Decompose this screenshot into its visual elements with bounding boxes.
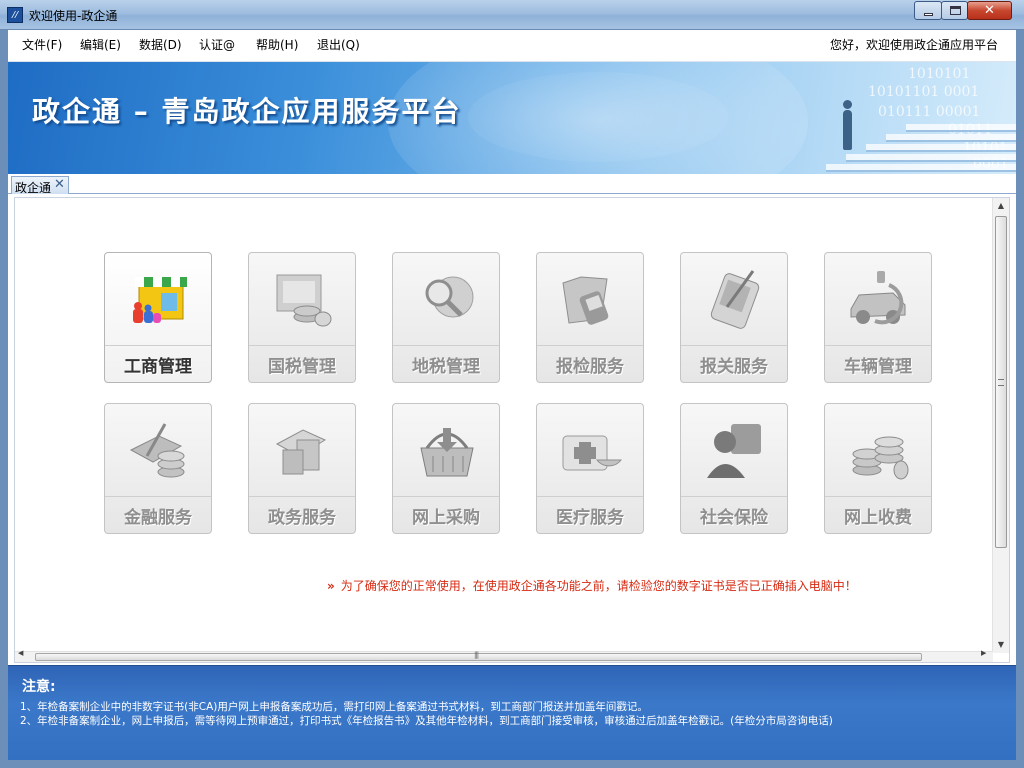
minimize-button[interactable]: [914, 1, 942, 20]
welcome-greeting: 您好，欢迎使用政企通应用平台: [829, 38, 998, 52]
note-line: 1、年检备案制企业中的非数字证书(非CA)用户网上申报备案成功后，需打印网上备案…: [20, 701, 648, 713]
tile-guoshui[interactable]: 国税管理: [248, 252, 356, 383]
folder-pda-icon: [562, 276, 609, 325]
scroll-right-icon[interactable]: ▶: [981, 649, 986, 657]
note-line: 2、年检非备案制企业，网上申报后，需等待网上预审通过，打印书式《年检报告书》及其…: [20, 715, 833, 727]
menu-file[interactable]: 文件(F): [20, 36, 64, 53]
tile-baoguan[interactable]: 报关服务: [680, 252, 788, 383]
tile-label: 国税管理: [268, 357, 336, 377]
grip-icon: |||: [474, 651, 479, 659]
tile-separator: [393, 496, 499, 497]
tile-dishui[interactable]: 地税管理: [392, 252, 500, 383]
staircase-graphic: [806, 84, 1016, 174]
menu-exit[interactable]: 退出(Q): [315, 36, 362, 53]
magnifier-globe-icon: [425, 276, 474, 318]
tax-coins-icon: [276, 274, 332, 327]
tile-shebao[interactable]: 社会保险: [680, 403, 788, 534]
tile-label: 报关服务: [700, 357, 768, 377]
tab-close-icon[interactable]: ✕: [54, 177, 65, 192]
tab-strip: 政企通 ✕: [8, 174, 1016, 195]
tile-separator: [105, 345, 211, 346]
pda-pen-icon: [710, 270, 760, 329]
coin-stacks-icon: [852, 436, 909, 480]
main-panel: 工商管理 国税管理 地税管理 报检服务 报关服务 车辆管理 金融服务 政务服务 …: [14, 197, 1010, 663]
tile-separator: [825, 345, 931, 346]
notes-footer: 注意: 1、年检备案制企业中的非数字证书(非CA)用户网上申报备案成功后，需打印…: [8, 665, 1016, 760]
notice-arrow-icon: »: [327, 579, 335, 593]
tile-separator: [249, 496, 355, 497]
tile-label: 工商管理: [124, 357, 192, 377]
tile-separator: [681, 345, 787, 346]
vertical-scrollbar[interactable]: ▲ ▼: [992, 198, 1009, 653]
maximize-icon: [950, 6, 961, 15]
tile-separator: [825, 496, 931, 497]
app-logo-icon: //: [7, 7, 23, 23]
tile-caigou[interactable]: 网上采购: [392, 403, 500, 534]
certificate-notice: » 为了确保您的正常使用，在使用政企通各功能之前，请检验您的数字证书是否已正确插入…: [327, 577, 857, 594]
menu-help[interactable]: 帮助(H): [254, 36, 300, 53]
tile-gongshang[interactable]: 工商管理: [104, 252, 212, 383]
vertical-scroll-thumb[interactable]: [995, 216, 1007, 548]
shopping-basket-icon: [420, 428, 474, 477]
close-icon: ✕: [984, 3, 995, 18]
tab-zhengqitong[interactable]: 政企通 ✕: [11, 176, 69, 195]
banner-title: 政企通 – 青岛政企应用服务平台: [32, 95, 462, 128]
tile-cheliang[interactable]: 车辆管理: [824, 252, 932, 383]
person-id-icon: [707, 424, 761, 478]
window-title: 欢迎使用-政企通: [29, 9, 118, 23]
tile-label: 医疗服务: [556, 508, 624, 528]
notice-text: 为了确保您的正常使用，在使用政企通各功能之前，请检验您的数字证书是否已正确插入电…: [340, 579, 857, 593]
tile-separator: [393, 345, 499, 346]
tile-shoufei[interactable]: 网上收费: [824, 403, 932, 534]
tile-separator: [681, 496, 787, 497]
tile-separator: [249, 345, 355, 346]
tile-label: 金融服务: [124, 508, 192, 528]
tile-label: 报检服务: [556, 357, 624, 377]
tile-baojian[interactable]: 报检服务: [536, 252, 644, 383]
horizontal-scroll-thumb[interactable]: [35, 653, 922, 661]
tile-label: 网上收费: [844, 508, 912, 528]
tile-separator: [537, 496, 643, 497]
tile-jinrong[interactable]: 金融服务: [104, 403, 212, 534]
tile-label: 地税管理: [412, 357, 480, 377]
grip-icon: [998, 379, 1004, 386]
bank-card-coins-icon: [129, 423, 185, 478]
window-titlebar[interactable]: // 欢迎使用-政企通 ✕: [0, 0, 1024, 30]
window-client-area: 文件(F) 编辑(E) 数据(D) 认证@ 帮助(H) 退出(Q) 您好，欢迎使…: [8, 30, 1016, 760]
menu-data[interactable]: 数据(D): [137, 36, 184, 53]
tile-zhengwu[interactable]: 政务服务: [248, 403, 356, 534]
scroll-down-icon[interactable]: ▼: [993, 637, 1009, 653]
menubar: 文件(F) 编辑(E) 数据(D) 认证@ 帮助(H) 退出(Q) 您好，欢迎使…: [8, 30, 1016, 62]
world-map-graphic: [468, 72, 728, 162]
header-banner: 1010101 10101101 0001 010111 00001 01011…: [8, 62, 1016, 174]
tile-label: 政务服务: [268, 508, 336, 528]
tab-label: 政企通: [15, 181, 52, 195]
tile-label: 社会保险: [700, 508, 768, 528]
notes-title: 注意:: [22, 679, 56, 695]
horizontal-scrollbar[interactable]: ◀ ||| ▶: [15, 649, 993, 662]
tile-yiliao[interactable]: 医疗服务: [536, 403, 644, 534]
binary-text: 1010101: [908, 66, 971, 82]
scroll-up-icon[interactable]: ▲: [993, 198, 1009, 214]
medical-kit-icon: [562, 435, 622, 471]
scroll-left-icon[interactable]: ◀: [18, 649, 23, 657]
storefront-icon: [133, 277, 187, 323]
businessman-figure: [843, 100, 852, 150]
minimize-icon: [924, 13, 933, 16]
documents-icon: [275, 429, 327, 475]
tile-separator: [105, 496, 211, 497]
car-icon: [850, 271, 906, 325]
maximize-button[interactable]: [941, 1, 968, 20]
close-button[interactable]: ✕: [967, 1, 1012, 20]
menu-edit[interactable]: 编辑(E): [78, 36, 123, 53]
tile-label: 车辆管理: [844, 357, 912, 377]
tile-label: 网上采购: [412, 508, 480, 528]
menu-auth[interactable]: 认证@: [197, 36, 237, 53]
tile-separator: [537, 345, 643, 346]
